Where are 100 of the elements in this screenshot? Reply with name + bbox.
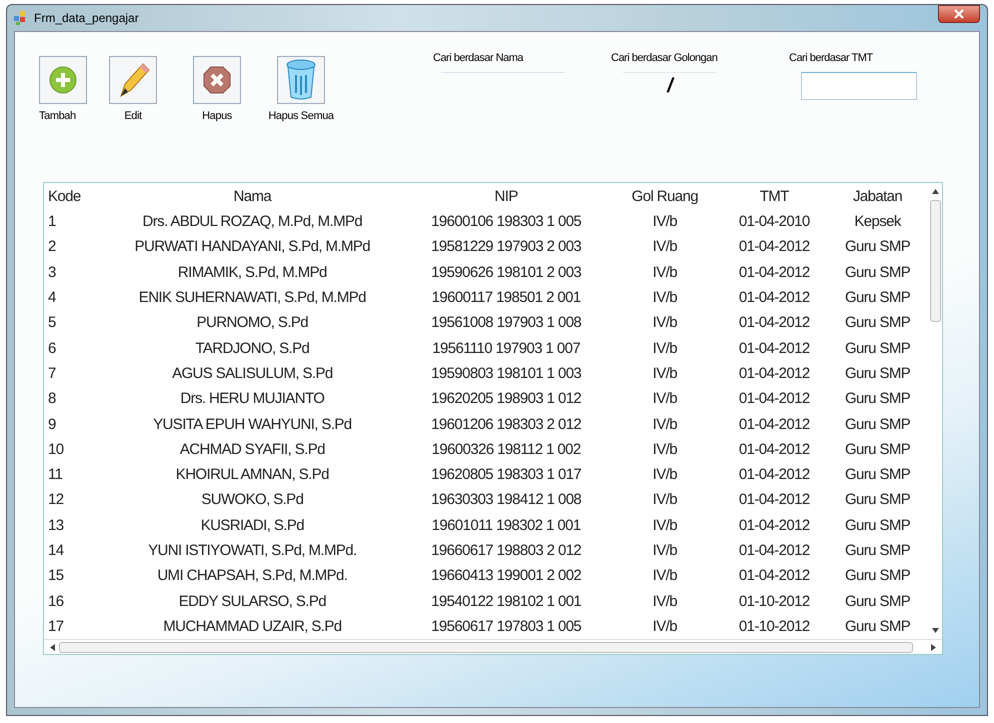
table-cell-text: 19561110 197903 1 007 xyxy=(431,338,582,359)
table-cell-text: IV/b xyxy=(652,288,678,308)
column-header[interactable]: Nama xyxy=(100,183,404,209)
scroll-down-icon[interactable] xyxy=(932,628,938,634)
table-cell-text: 01-04-2012 xyxy=(738,490,811,510)
table-cell-text: 8 xyxy=(47,389,57,410)
table-cell-text: 01-04-2012 xyxy=(738,414,811,435)
table-cell-text: 19581229 197903 2 003 xyxy=(430,237,582,258)
search-field[interactable] xyxy=(801,72,917,100)
column-header[interactable]: Kode xyxy=(44,183,101,209)
table-cell-text: PURWATI HANDAYANI, S.Pd, M.MPd xyxy=(134,237,372,258)
table-cell-text: 01-04-2012 xyxy=(738,541,811,561)
table-cell-text: 19620805 198303 1 017 xyxy=(430,465,582,486)
table-cell-text: 7 xyxy=(47,364,57,384)
table-cell-text: Guru SMP xyxy=(844,389,912,410)
table-cell-text: Guru SMP xyxy=(844,566,912,586)
table-cell-text: 01-04-2012 xyxy=(738,237,811,258)
search-label: Cari berdasar Nama xyxy=(433,52,524,64)
table-cell-text: IV/b xyxy=(652,516,678,536)
table-cell-text: Guru SMP xyxy=(844,313,912,334)
toolbar-button[interactable] xyxy=(277,56,325,104)
table-cell-text: Guru SMP xyxy=(844,237,912,258)
table-cell-text: 19660617 198803 2 012 xyxy=(430,541,582,561)
table-cell-text: IV/b xyxy=(652,237,678,258)
table-cell-text: Drs. ABDUL ROZAQ, M.Pd, M.MPd xyxy=(142,212,364,232)
table-cell-text: 1 xyxy=(47,212,57,232)
toolbar-button[interactable] xyxy=(109,56,157,104)
table-cell-text: IV/b xyxy=(652,566,678,586)
table-cell-text: 01-04-2012 xyxy=(738,465,811,486)
table-cell-text: 19630303 198412 1 008 xyxy=(430,490,582,510)
table-cell-text: KUSRIADI, S.Pd xyxy=(200,516,305,536)
table-cell-text: 11 xyxy=(47,465,64,486)
column-header[interactable]: Jabatan xyxy=(827,183,928,209)
table-cell-text: Guru SMP xyxy=(844,414,912,435)
column-header[interactable]: Gol Ruang xyxy=(608,183,722,209)
table-cell-text: 6 xyxy=(47,338,57,359)
table-cell-text: IV/b xyxy=(652,465,678,486)
table-cell-text: 12 xyxy=(47,490,64,510)
close-button[interactable] xyxy=(938,5,980,23)
scroll-left-icon[interactable] xyxy=(50,644,55,651)
table-cell-text: IV/b xyxy=(652,440,678,460)
app-icon xyxy=(14,11,28,25)
table-cell-text: 19590803 198101 1 003 xyxy=(430,364,582,384)
table-cell-text: Guru SMP xyxy=(844,541,912,561)
toolbar-label: Edit xyxy=(124,110,142,122)
trash-icon xyxy=(285,59,317,101)
toolbar-button[interactable] xyxy=(193,56,241,104)
toolbar-label: Tambah xyxy=(39,110,76,122)
table-cell-text: 10 xyxy=(47,440,64,460)
table-cell-text: 19601206 198303 2 012 xyxy=(430,414,582,435)
scroll-right-icon[interactable] xyxy=(931,644,936,651)
window-title: Frm_data_pengajar xyxy=(34,11,139,25)
table-cell-text: 01-04-2012 xyxy=(738,262,811,283)
table-cell-text: Guru SMP xyxy=(844,262,912,283)
table-cell-text: IV/b xyxy=(652,313,678,334)
table-cell-text: Guru SMP xyxy=(844,516,912,536)
table-cell-text: 15 xyxy=(47,566,64,586)
table-cell-text: YUSITA EPUH WAHYUNI, S.Pd xyxy=(152,414,353,435)
column-header[interactable]: TMT xyxy=(721,183,828,209)
table-cell-text: AGUS SALISULUM, S.Pd xyxy=(171,364,334,384)
table-cell-text: 01-04-2012 xyxy=(738,288,811,308)
table-cell-text: 3 xyxy=(47,262,57,283)
search-field[interactable]: / xyxy=(623,72,717,99)
table-cell-text: IV/b xyxy=(652,592,678,612)
table-cell-text: Guru SMP xyxy=(844,490,912,510)
table-cell-text: Guru SMP xyxy=(844,338,912,359)
table-cell-text: EDDY SULARSO, S.Pd xyxy=(178,592,328,612)
table-cell-text: Guru SMP xyxy=(844,288,912,308)
column-header[interactable]: NIP xyxy=(404,183,608,209)
table-cell-text: 01-04-2012 xyxy=(738,389,811,410)
table-cell-text: SUWOKO, S.Pd xyxy=(200,490,304,510)
table-cell-text: 19660413 199001 2 002 xyxy=(430,566,582,586)
table-cell-text: IV/b xyxy=(652,212,678,232)
table-cell-text: ENIK SUHERNAWATI, S.Pd, M.MPd xyxy=(138,288,367,308)
table-cell-text: 19600106 198303 1 005 xyxy=(430,212,582,232)
table-cell-text: 17 xyxy=(47,616,64,637)
delete-icon xyxy=(202,65,232,95)
table-cell-text: 01-10-2012 xyxy=(738,592,811,612)
table-cell-text: 01-04-2012 xyxy=(738,566,811,586)
table-cell-text: PURNOMO, S.Pd xyxy=(196,313,310,334)
table-cell-text: 01-10-2012 xyxy=(738,616,811,637)
table-cell-text: 19601011 198302 1 001 xyxy=(430,516,582,536)
scroll-up-icon[interactable] xyxy=(932,189,938,194)
table-cell-text: 14 xyxy=(47,541,65,561)
table-cell-text: ACHMAD SYAFII, S.Pd xyxy=(178,440,326,460)
table-cell-text: IV/b xyxy=(652,541,678,561)
table-cell-text: IV/b xyxy=(652,490,678,510)
table-cell-text: 2 xyxy=(47,237,57,258)
table-cell-text: KHOIRUL AMNAN, S.Pd xyxy=(174,465,330,486)
toolbar-label: Hapus Semua xyxy=(268,110,334,122)
table-cell-text: 01-04-2012 xyxy=(738,313,811,334)
table-cell-text: IV/b xyxy=(652,338,678,359)
close-icon xyxy=(954,9,964,19)
table-cell-text: Guru SMP xyxy=(844,465,912,486)
table-cell-text: UMI CHAPSAH, S.Pd, M.MPd. xyxy=(156,566,348,586)
table-cell-text: 19600326 198112 1 002 xyxy=(430,440,582,460)
table-cell-text: 9 xyxy=(47,414,57,435)
toolbar-button[interactable] xyxy=(39,56,87,104)
table-cell-text: 01-04-2012 xyxy=(738,440,811,460)
table-cell-text: 01-04-2012 xyxy=(738,516,811,536)
